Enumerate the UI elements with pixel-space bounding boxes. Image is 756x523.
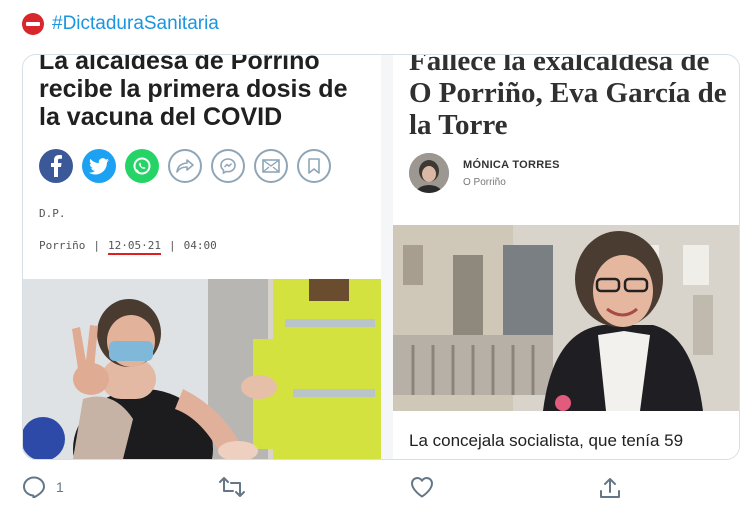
facebook-icon[interactable]	[39, 149, 73, 183]
dateline: Porriño | 12·05·21 | 04:00	[39, 239, 217, 255]
like-icon	[411, 477, 433, 498]
right-headline: Fallece la exalcaldesa de O Porriño, Eva…	[409, 54, 727, 141]
right-article: Fallece la exalcaldesa de O Porriño, Eva…	[393, 55, 739, 459]
embedded-image-card[interactable]: La alcaldesa de Porriño recibe la primer…	[22, 54, 740, 460]
article-snippet: La concejala socialista, que tenía 59	[409, 431, 684, 450]
publish-date: 12·05·21	[107, 239, 161, 255]
hashtag-link[interactable]: #DictaduraSanitaria	[52, 13, 219, 35]
publish-time: 04:00	[183, 239, 217, 252]
share-icon[interactable]	[168, 149, 202, 183]
like-action[interactable]	[410, 476, 434, 498]
author-location: O Porriño	[463, 176, 506, 188]
location-label: Porriño	[39, 239, 86, 252]
reply-icon	[23, 476, 45, 498]
share-buttons	[39, 149, 331, 183]
no-entry-icon	[22, 13, 44, 35]
author-row: MÓNICA TORRES O Porriño	[409, 153, 560, 193]
share-tweet-icon	[600, 478, 620, 498]
hashtag-row: #DictaduraSanitaria	[22, 10, 219, 38]
reply-action[interactable]: 1	[22, 476, 64, 498]
tweet-actions: 1	[22, 476, 722, 506]
bookmark-icon[interactable]	[297, 149, 331, 183]
retweet-icon	[219, 477, 245, 497]
byline: D.P.	[39, 207, 66, 220]
whatsapp-icon[interactable]	[125, 149, 159, 183]
author-info: MÓNICA TORRES O Porriño	[463, 159, 560, 188]
twitter-icon[interactable]	[82, 149, 116, 183]
right-article-photo	[393, 225, 739, 411]
left-article: La alcaldesa de Porriño recibe la primer…	[23, 55, 381, 459]
left-headline: La alcaldesa de Porriño recibe la primer…	[39, 54, 348, 131]
email-icon[interactable]	[254, 149, 288, 183]
author-name[interactable]: MÓNICA TORRES	[463, 159, 560, 171]
retweet-action[interactable]	[218, 476, 246, 498]
left-article-photo	[23, 279, 381, 459]
avatar	[409, 153, 449, 193]
share-tweet-action[interactable]	[598, 476, 622, 500]
reply-count: 1	[56, 479, 64, 495]
messenger-icon[interactable]	[211, 149, 245, 183]
separator: |	[93, 239, 100, 252]
separator: |	[168, 239, 176, 252]
